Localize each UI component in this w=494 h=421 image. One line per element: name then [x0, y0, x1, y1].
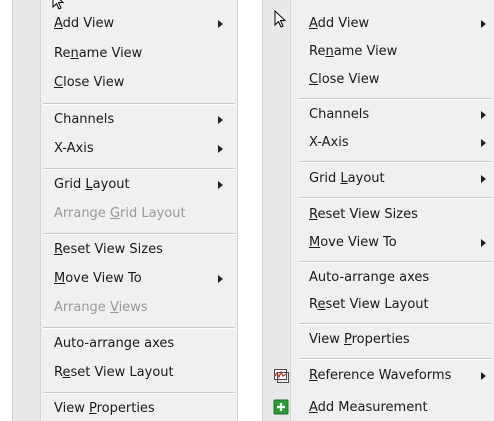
menu-item-arrange-views[interactable]: Arrange Views — [13, 296, 237, 320]
menu-item-channels[interactable]: Channels — [263, 103, 494, 127]
submenu-arrow-icon — [481, 20, 486, 28]
menu-item-x-axis[interactable]: X-Axis — [263, 131, 494, 155]
menu-separator — [43, 233, 235, 235]
menu-item-auto-arrange-axes[interactable]: Auto-arrange axes — [263, 266, 494, 290]
menu-item-rename-view[interactable]: Rename View — [263, 40, 494, 64]
mouse-cursor-icon — [274, 10, 287, 28]
mouse-cursor-icon — [52, 0, 65, 10]
menu-item-reset-view-sizes[interactable]: Reset View Sizes — [13, 238, 237, 262]
menu-item-close-view[interactable]: Close View — [13, 71, 237, 95]
menu-separator — [43, 327, 235, 329]
menu-separator — [299, 261, 492, 263]
menu-separator — [43, 103, 235, 105]
waveform-icon — [274, 369, 289, 383]
menu-item-close-view[interactable]: Close View — [263, 68, 494, 92]
context-menu-left: Add View Rename View Close View Channels… — [12, 0, 238, 421]
submenu-arrow-icon — [481, 139, 486, 147]
menu-separator — [299, 161, 492, 163]
menu-item-add-view[interactable]: Add View — [13, 12, 237, 36]
add-measurement-icon — [273, 399, 289, 415]
menu-item-reference-waveforms[interactable]: Reference Waveforms — [263, 364, 494, 388]
submenu-arrow-icon — [481, 175, 486, 183]
menu-item-add-view[interactable]: Add View — [263, 12, 494, 36]
menu-item-channels[interactable]: Channels — [13, 108, 237, 132]
menu-item-reset-view-sizes[interactable]: Reset View Sizes — [263, 203, 494, 227]
menu-item-reset-view-layout[interactable]: Reset View Layout — [13, 361, 237, 385]
submenu-arrow-icon — [481, 111, 486, 119]
menu-item-auto-arrange-axes[interactable]: Auto-arrange axes — [13, 332, 237, 356]
menu-item-view-properties[interactable]: View Properties — [13, 397, 237, 421]
menu-item-view-properties[interactable]: View Properties — [263, 328, 494, 352]
menu-separator — [299, 98, 492, 100]
submenu-arrow-icon — [218, 116, 223, 124]
menu-item-x-axis[interactable]: X-Axis — [13, 137, 237, 161]
menu-item-move-view-to[interactable]: Move View To — [13, 267, 237, 291]
menu-separator — [299, 358, 492, 360]
menu-item-arrange-grid-layout[interactable]: Arrange Grid Layout — [13, 202, 237, 226]
menu-item-rename-view[interactable]: Rename View — [13, 42, 237, 66]
menu-separator — [43, 168, 235, 170]
menu-separator — [43, 392, 235, 394]
menu-item-grid-layout[interactable]: Grid Layout — [13, 173, 237, 197]
submenu-arrow-icon — [218, 20, 223, 28]
menu-item-move-view-to[interactable]: Move View To — [263, 231, 494, 255]
menu-item-reset-view-layout[interactable]: Reset View Layout — [263, 293, 494, 317]
menu-separator — [299, 197, 492, 199]
context-menu-right: Add View Rename View Close View Channels… — [262, 0, 494, 421]
submenu-arrow-icon — [218, 145, 223, 153]
submenu-arrow-icon — [218, 275, 223, 283]
menu-item-add-measurement[interactable]: Add Measurement — [263, 396, 494, 420]
menu-separator — [299, 323, 492, 325]
menu-item-grid-layout[interactable]: Grid Layout — [263, 167, 494, 191]
submenu-arrow-icon — [481, 239, 486, 247]
submenu-arrow-icon — [481, 372, 486, 380]
submenu-arrow-icon — [218, 181, 223, 189]
